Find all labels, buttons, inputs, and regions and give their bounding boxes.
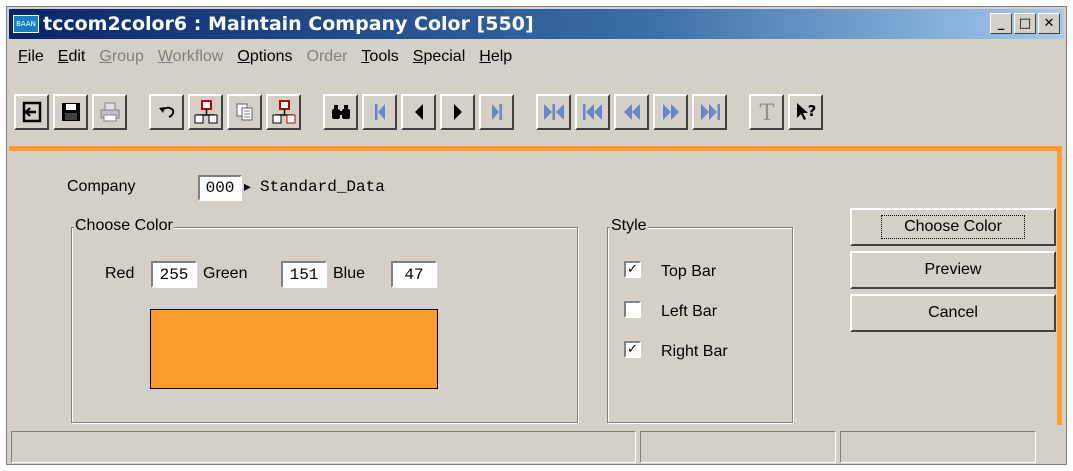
green-label: Green [203,265,248,282]
style-group: Style [607,217,793,423]
status-pane-right [840,431,1036,463]
previous-page-button[interactable] [614,94,649,130]
blue-label: Blue [333,265,366,282]
maximize-button[interactable]: □ [1014,13,1036,34]
insert-record-icon [194,100,217,124]
undo-icon [158,106,174,118]
previous-page-icon [623,104,640,120]
window-title: tccom2color6 : Maintain Company Color [5… [43,13,534,35]
top-bar-label: Top Bar [661,263,717,280]
print-button[interactable] [92,94,127,130]
save-icon [61,103,80,121]
delete-record-icon [272,100,295,124]
svg-text:?: ? [807,102,816,120]
context-help-button[interactable]: ? [788,94,823,130]
form-area: Company 000 ▸ Standard_Data Choose Color… [9,146,1062,425]
left-bar-label: Left Bar [661,303,718,320]
duplicate-button[interactable] [227,94,262,130]
menu-tools[interactable]: Tools [361,48,398,66]
last-set-icon [700,104,720,120]
right-bar-label: Right Bar [661,343,728,360]
undo-button[interactable] [149,94,184,130]
last-record-icon [491,104,502,120]
blue-field[interactable]: 47 [391,261,437,288]
title-bar[interactable]: BAAN tccom2color6 : Maintain Company Col… [9,9,1064,39]
first-set-button[interactable] [536,94,571,130]
choose-color-button-label: Choose Color [881,215,1025,239]
last-record-button[interactable] [479,94,514,130]
menu-help[interactable]: Help [479,48,512,66]
preview-button[interactable]: Preview [850,251,1056,289]
previous-record-icon [414,104,423,120]
previous-set-icon [582,104,602,120]
toolbar: T ? [9,74,1064,136]
duplicate-icon [236,103,252,121]
svg-text:T: T [759,101,774,123]
color-preview-swatch [150,309,438,389]
application-window: BAAN tccom2color6 : Maintain Company Col… [6,6,1067,465]
menu-edit[interactable]: Edit [58,48,86,66]
next-page-button[interactable] [653,94,688,130]
choose-color-button[interactable]: Choose Color [850,208,1056,246]
menu-order[interactable]: Order [307,48,348,66]
menu-bar: File Edit Group Workflow Options Order T… [11,43,519,71]
menu-workflow[interactable]: Workflow [158,48,224,66]
text-icon: T [759,101,774,123]
text-button[interactable]: T [749,94,784,130]
top-bar-checkbox[interactable]: ✓ [624,261,641,278]
status-pane-main [11,431,636,463]
delete-record-button[interactable] [266,94,301,130]
left-bar-checkbox[interactable] [624,301,641,318]
exit-icon [22,101,41,123]
status-pane-middle [640,431,836,463]
previous-record-button[interactable] [401,94,436,130]
choose-color-group-title: Choose Color [74,217,174,235]
insert-record-button[interactable] [188,94,223,130]
cancel-button-label: Cancel [928,304,978,321]
last-set-button[interactable] [692,94,727,130]
exit-button[interactable] [14,94,49,130]
context-help-icon: ? [796,102,816,120]
first-record-button[interactable] [362,94,397,130]
status-bar [9,430,1064,464]
red-label: Red [105,265,135,282]
save-button[interactable] [53,94,88,130]
menu-group[interactable]: Group [99,48,143,66]
menu-special[interactable]: Special [413,48,465,66]
app-icon[interactable]: BAAN [13,15,39,33]
company-label: Company [67,178,136,195]
minimize-button[interactable]: _ [990,13,1012,34]
cancel-button[interactable]: Cancel [850,294,1056,332]
close-button[interactable]: ✕ [1038,13,1060,34]
previous-set-button[interactable] [575,94,610,130]
next-page-icon [662,104,679,120]
company-description: Standard_Data [260,178,385,196]
green-field[interactable]: 151 [281,261,327,288]
right-bar-checkbox[interactable]: ✓ [624,341,641,358]
menu-options[interactable]: Options [237,48,292,66]
find-button[interactable] [323,94,358,130]
company-field[interactable]: 000 [198,175,242,201]
first-set-icon [543,104,564,120]
zoom-arrow-icon[interactable]: ▸ [244,178,251,195]
next-record-button[interactable] [440,94,475,130]
menu-file[interactable]: File [18,48,44,66]
preview-button-label: Preview [924,261,982,278]
next-record-icon [453,104,462,120]
find-icon [331,105,350,119]
print-icon [100,102,119,122]
red-field[interactable]: 255 [151,261,197,288]
first-record-icon [374,104,385,120]
style-group-title: Style [610,217,648,235]
